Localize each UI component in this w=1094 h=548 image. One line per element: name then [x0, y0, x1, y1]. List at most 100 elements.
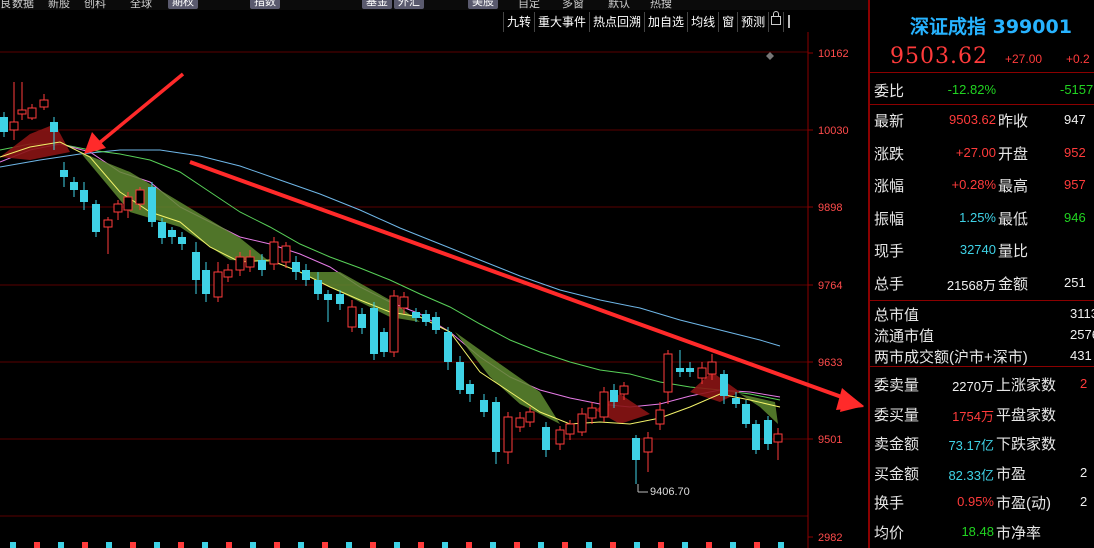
quote-label: 总手 — [874, 275, 905, 293]
low-marker-label: 9406.70 — [650, 486, 690, 498]
change-percent: +0.2 — [1066, 52, 1090, 66]
candle-body-up — [245, 256, 255, 268]
top-tab[interactable]: 基金 — [362, 0, 392, 9]
candle-body-up — [27, 107, 37, 119]
candle-body-down — [258, 260, 266, 270]
quote-value: 32740 — [959, 242, 996, 257]
divider — [870, 366, 1094, 367]
market-value: 25765 — [1070, 327, 1094, 342]
candle-body-up — [773, 433, 783, 443]
quote-label: 量比 — [998, 243, 1029, 260]
volume-bar — [658, 542, 664, 548]
quote-value: 2 — [1080, 494, 1088, 509]
quote-value: 957 — [1064, 177, 1086, 192]
change-absolute: +27.00 — [1005, 52, 1043, 66]
quote-value: 82.33亿 — [948, 467, 994, 483]
toolbar-button[interactable]: 热点回溯 — [589, 12, 644, 32]
volume-bar — [10, 542, 16, 548]
quote-label: 金额 — [998, 275, 1029, 293]
volume-bar — [58, 542, 64, 548]
candle-body-up — [587, 407, 597, 419]
candle-body-down — [324, 294, 332, 300]
quote-value: 73.17亿 — [948, 438, 994, 453]
volume-bar — [178, 542, 184, 548]
y-axis-tick-label: 9898 — [818, 202, 842, 214]
candle-body-down — [732, 398, 740, 404]
quote-value: 18.48 — [961, 523, 994, 539]
quote-value: 251 — [1064, 274, 1086, 290]
volume-bar — [706, 542, 712, 548]
candle-body-up — [577, 413, 587, 433]
toolbar-button[interactable]: 九转 — [503, 12, 534, 32]
top-tab[interactable]: 默认 — [608, 0, 630, 10]
volume-bar — [466, 542, 472, 548]
candle-body-up — [399, 296, 409, 309]
candle-body-up — [599, 391, 609, 418]
candle-body-down — [422, 314, 430, 322]
top-tab[interactable]: 新股 — [48, 0, 70, 10]
annotation-arrowhead-1 — [84, 132, 106, 154]
candle-body-up — [707, 361, 717, 375]
toolbar-button[interactable]: 均线 — [687, 12, 718, 32]
top-tab[interactable]: 良 — [0, 0, 11, 10]
y-axis-tick-label: 2982 — [818, 532, 842, 544]
volume-bar — [538, 542, 544, 548]
candle-body-down — [686, 368, 694, 372]
candle-body-down — [178, 237, 186, 244]
top-tab[interactable]: 创科 — [84, 0, 106, 10]
diamond-marker — [766, 52, 774, 60]
top-tab[interactable]: 外汇 — [394, 0, 424, 9]
quote-label: 上涨家数 — [996, 377, 1057, 394]
top-tab[interactable]: 多窗 — [562, 0, 584, 10]
candle-body-up — [235, 256, 245, 271]
lock-icon[interactable] — [768, 11, 783, 32]
top-tab[interactable]: 全球 — [130, 0, 152, 10]
volume-bar — [562, 542, 568, 548]
toolbar-button[interactable]: 窗 — [718, 12, 737, 32]
candle-body-down — [456, 362, 464, 390]
top-tab[interactable]: 美股 — [468, 0, 498, 9]
quote-label: 换手 — [874, 495, 905, 512]
volume-bar — [490, 542, 496, 548]
volume-bar — [34, 542, 40, 548]
volume-bar — [106, 542, 112, 548]
market-label: 总市值 — [874, 307, 920, 324]
candle-body-up — [525, 411, 535, 423]
volume-bar — [610, 542, 616, 548]
toolbar-button[interactable]: 重大事件 — [534, 12, 589, 32]
quote-value: 9503.62 — [949, 112, 996, 127]
market-label: 流通市值 — [874, 328, 935, 345]
top-tab[interactable]: 数据 — [12, 0, 34, 10]
candle-body-down — [80, 190, 88, 202]
top-tab[interactable]: 自定 — [518, 0, 540, 10]
quote-label: 涨幅 — [874, 178, 905, 195]
candle-body-down — [358, 314, 366, 328]
volume-bar — [274, 542, 280, 548]
top-tab[interactable]: 热搜 — [650, 0, 672, 10]
quote-value: 2 — [1080, 376, 1088, 391]
quote-label: 市盈 — [996, 465, 1027, 483]
candle-body-down — [676, 368, 684, 372]
volume-bar — [226, 542, 232, 548]
y-axis-tick-label: 10162 — [818, 48, 849, 60]
candle-body-up — [515, 417, 525, 428]
quote-label: 下跌家数 — [996, 436, 1057, 453]
quote-label: 现手 — [874, 243, 905, 260]
top-tab[interactable]: 期权 — [168, 0, 198, 9]
candle-body-down — [168, 230, 176, 237]
panel-toggle-icon[interactable] — [783, 12, 796, 32]
volume-bar — [82, 542, 88, 548]
top-tab[interactable]: 指数 — [250, 0, 280, 9]
divider — [870, 104, 1094, 105]
last-price: 9503.62 — [890, 44, 988, 69]
quote-value: 2 — [1080, 464, 1088, 480]
kline-chart[interactable]: 10162 10030 9898 9764 9633 9501 2982 9406.70 — [0, 32, 868, 548]
volume-bar — [634, 542, 640, 548]
candle-body-up — [503, 416, 513, 453]
candle-body-down — [542, 427, 550, 450]
candle-body-down — [720, 374, 728, 396]
y-axis-tick-label: 10030 — [818, 125, 849, 137]
toolbar-button[interactable]: 预测 — [737, 12, 768, 32]
volume-bar — [586, 542, 592, 548]
toolbar-button[interactable]: 加自选 — [644, 12, 687, 32]
